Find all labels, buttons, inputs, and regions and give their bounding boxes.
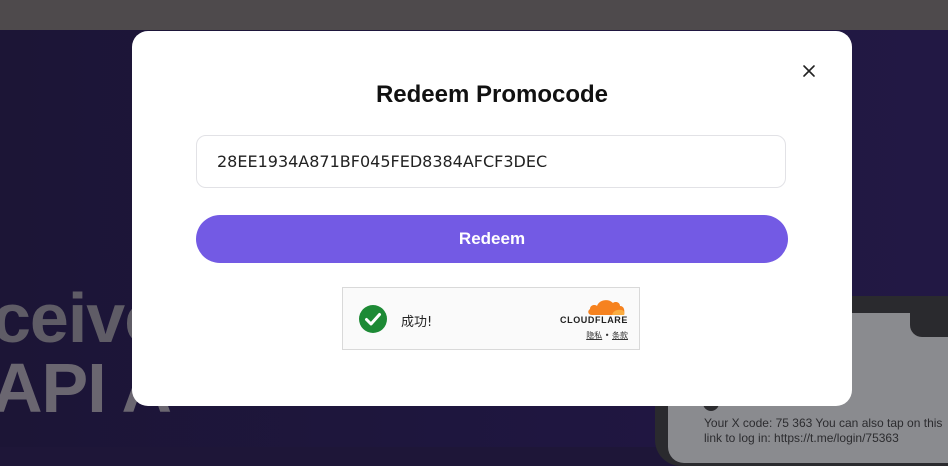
link-separator: • [604, 331, 610, 340]
close-icon [803, 65, 815, 77]
cloudflare-cloud-icon [588, 300, 625, 315]
cloudflare-links: 隐私 • 条款 [551, 330, 628, 341]
success-check-icon [359, 305, 387, 333]
close-button[interactable] [797, 59, 821, 83]
phone-message-text: Your X code: 75 363 You can also tap on … [704, 416, 943, 445]
verification-status: 成功! [401, 315, 433, 330]
redeem-button[interactable]: Redeem [196, 215, 788, 263]
privacy-link[interactable]: 隐私 [586, 331, 602, 340]
browser-top-bar [0, 0, 948, 30]
cloudflare-turnstile-widget[interactable]: 成功! CLOUDFLARE 隐私 • 条款 [342, 287, 640, 350]
promocode-input[interactable] [196, 135, 786, 188]
terms-link[interactable]: 条款 [612, 331, 628, 340]
modal-title: Redeem Promocode [375, 81, 609, 108]
cloudflare-brand: CLOUDFLARE [560, 315, 628, 325]
phone-notch [910, 313, 948, 337]
redeem-promocode-modal: Redeem Promocode Redeem 成功! CLOUDFLARE 隐… [132, 31, 852, 406]
